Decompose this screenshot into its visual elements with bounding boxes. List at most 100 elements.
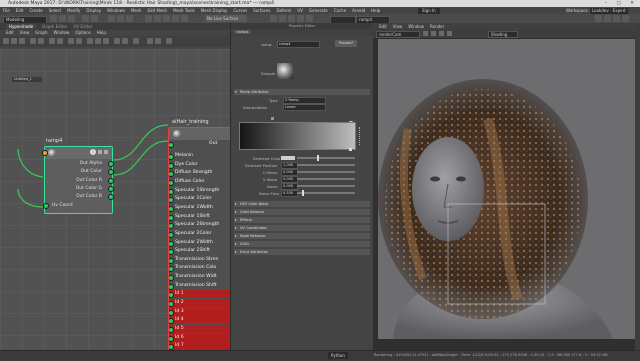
- live-surface-button[interactable]: No Live Surface: [205, 15, 247, 22]
- hair-attr-id-2[interactable]: Id 2: [175, 299, 184, 307]
- menu-item-mesh[interactable]: Mesh: [131, 8, 142, 13]
- hs-menu-edit[interactable]: Edit: [6, 30, 14, 35]
- ramp-expand-icon[interactable]: [104, 150, 108, 154]
- ramp-delete-handle[interactable]: [349, 148, 352, 151]
- swatch-toggle-icon[interactable]: [133, 38, 139, 44]
- hair-plug-6[interactable]: [169, 205, 174, 212]
- menu-item-windows[interactable]: Windows: [107, 8, 125, 13]
- open-scene-icon[interactable]: [59, 15, 66, 22]
- hair-plug-4[interactable]: [169, 188, 174, 195]
- menu-item-edit[interactable]: Edit: [16, 8, 24, 13]
- ramp-gradient-editor[interactable]: [239, 122, 356, 150]
- hair-plug-7[interactable]: [169, 214, 174, 221]
- menu-item-modify[interactable]: Modify: [67, 8, 80, 13]
- render-icon[interactable]: [270, 15, 277, 22]
- selected-color-slider[interactable]: [297, 157, 355, 159]
- ipr-render-icon[interactable]: [279, 15, 286, 22]
- hair-attr-specular-1strength[interactable]: Specular 1Strength: [175, 187, 219, 195]
- ramp-node-header[interactable]: i: [45, 147, 112, 159]
- v-wave-field[interactable]: 0.000: [281, 176, 298, 183]
- noise-freq-slider[interactable]: [297, 192, 355, 194]
- hair-plug-0[interactable]: [169, 154, 174, 160]
- v-wave-slider[interactable]: [297, 178, 355, 180]
- tab-uv-editor[interactable]: UV Editor: [73, 24, 92, 29]
- menu-item-file[interactable]: File: [3, 8, 10, 13]
- ramp-plug-uv-coord[interactable]: [43, 203, 49, 209]
- ramp-attr-out-color-r[interactable]: Out Color R: [76, 178, 102, 183]
- ramp-plug-out-alpha[interactable]: [108, 161, 114, 167]
- tab-graph-editor[interactable]: Graph Editor: [42, 24, 67, 29]
- connected-mode-icon[interactable]: [95, 38, 101, 44]
- simple-mode-icon[interactable]: [87, 38, 93, 44]
- section-effects[interactable]: Effects: [234, 217, 370, 223]
- hair-plug-8[interactable]: [169, 223, 174, 230]
- interpolation-select[interactable]: Linear: [283, 104, 326, 111]
- hair-plug-14[interactable]: [169, 275, 174, 282]
- hair-plug-5[interactable]: [169, 197, 174, 204]
- menu-item-cache[interactable]: Cache: [334, 8, 346, 13]
- hair-attr-specular-1shift[interactable]: Specular 1Shift: [175, 213, 210, 221]
- u-wave-slider[interactable]: [297, 171, 355, 173]
- menu-item-deform[interactable]: Deform: [276, 8, 291, 13]
- menu-item-arnold[interactable]: Arnold: [352, 8, 365, 13]
- hair-attr-specular-2width[interactable]: Specular 2Width: [175, 239, 213, 247]
- rv-menu-view[interactable]: View: [393, 24, 403, 29]
- ramp-plug-out-color-r[interactable]: [108, 178, 114, 184]
- remove-node-icon[interactable]: [57, 38, 63, 44]
- new-scene-icon[interactable]: [50, 15, 57, 22]
- hair-plug-in-0[interactable]: [169, 142, 174, 148]
- snapshot-icon[interactable]: [431, 31, 436, 36]
- hair-attr-specular-2strength[interactable]: Specular 2Strength: [175, 221, 219, 229]
- hair-attr-id-6[interactable]: Id 6: [175, 334, 184, 342]
- hs-menu-help[interactable]: Help: [97, 30, 106, 35]
- hair-plug-9[interactable]: [169, 231, 174, 238]
- hair-node-header[interactable]: [169, 128, 230, 140]
- graph-input-icon[interactable]: [3, 38, 9, 44]
- menu-item-uv[interactable]: UV: [297, 8, 303, 13]
- ramp-attr-out-color-g[interactable]: Out Color G: [76, 186, 102, 191]
- section-ramp-attributes[interactable]: Ramp Attributes: [234, 89, 370, 95]
- ramp-plug-out-color-b[interactable]: [108, 194, 114, 200]
- menu-item-curves[interactable]: Curves: [233, 8, 247, 13]
- hair-plug-17[interactable]: [169, 301, 174, 308]
- full-mode-icon[interactable]: [103, 38, 109, 44]
- ramp-input-plug[interactable]: [42, 150, 48, 156]
- hair-attr-diffuse-color[interactable]: Diffuse Color: [175, 178, 205, 186]
- refresh-icon[interactable]: [439, 31, 444, 36]
- hair-plug-11[interactable]: [169, 249, 174, 256]
- hs-menu-graph[interactable]: Graph: [35, 30, 47, 35]
- hair-attr-id-7[interactable]: Id 7: [175, 342, 184, 350]
- hair-plug-21[interactable]: [169, 335, 174, 342]
- section-node-behavior[interactable]: Node Behavior: [234, 233, 370, 239]
- type-select[interactable]: V Ramp: [283, 97, 326, 104]
- snap-view-icon[interactable]: [172, 15, 179, 22]
- hair-attr-transmission-stren[interactable]: Transmission Stren: [175, 256, 218, 264]
- snap-curve-icon[interactable]: [154, 15, 161, 22]
- hair-attr-transmission-shift[interactable]: Transmission Shift: [175, 282, 217, 290]
- pin-icon[interactable]: [147, 38, 153, 44]
- hair-attr-transmission-widt[interactable]: Transmission Widt: [175, 273, 217, 281]
- ramp-attr-out-alpha[interactable]: Out Alpha: [80, 161, 102, 166]
- hypershade-icon[interactable]: [297, 15, 304, 22]
- hair-plug-12[interactable]: [169, 257, 174, 264]
- hair-plug-3[interactable]: [169, 179, 174, 186]
- modeling-toolkit-icon[interactable]: [595, 15, 602, 22]
- render-settings-icon[interactable]: [288, 15, 295, 22]
- ramp-plug-out-color[interactable]: [108, 169, 114, 175]
- ramp-plug-out-color-g[interactable]: [108, 186, 114, 192]
- menu-item-edit-mesh[interactable]: Edit Mesh: [148, 8, 168, 13]
- rv-menu-edit[interactable]: Edit: [379, 24, 387, 29]
- node-graph[interactable]: Untitled_1 ramp4 i Out Alpha Out Color O…: [0, 49, 230, 350]
- workspace-select[interactable]: Lookdev - Expert: [590, 7, 628, 14]
- menu-item-mesh-tools[interactable]: Mesh Tools: [173, 8, 195, 13]
- menu-item-generate[interactable]: Generate: [309, 8, 328, 13]
- noise-field[interactable]: 0.000: [281, 183, 298, 190]
- hs-menu-window[interactable]: Window: [54, 30, 70, 35]
- section-hsv-color-noise[interactable]: HSV Color Noise: [234, 201, 370, 207]
- rv-menu-window[interactable]: Window: [408, 24, 424, 29]
- frame-all-icon[interactable]: [68, 38, 74, 44]
- ramp-attr-out-color-b[interactable]: Out Color B: [76, 194, 102, 199]
- ramp-node[interactable]: i Out Alpha Out Color Out Color R Out Co…: [42, 146, 114, 214]
- selected-color-swatch[interactable]: [281, 156, 295, 160]
- hair-attr-out[interactable]: Out: [209, 140, 217, 148]
